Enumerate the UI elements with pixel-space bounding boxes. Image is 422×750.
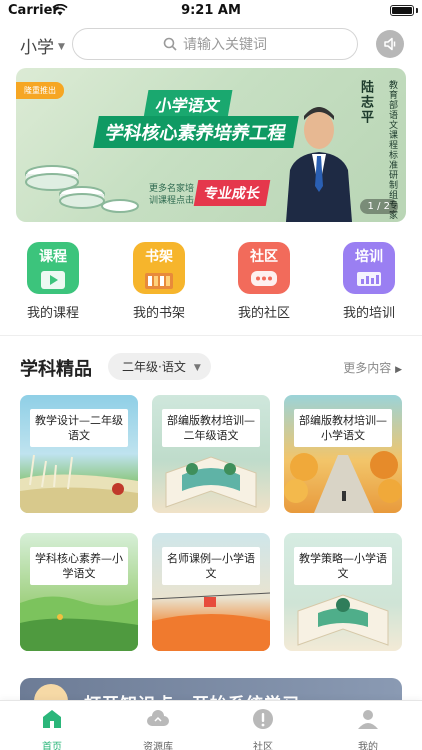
banner-title-line1: 小学语文: [143, 90, 233, 118]
caret-down-icon: ▼: [58, 41, 65, 52]
community-tile-icon: 社区: [238, 242, 290, 294]
tab-label: 首页: [42, 742, 62, 750]
stepping-stones-illustration: [25, 165, 139, 213]
course-card[interactable]: 教学策略—小学语文: [284, 533, 402, 651]
course-card[interactable]: 教学设计—二年级语文: [20, 395, 138, 513]
training-tile-icon: 培训: [343, 242, 395, 294]
tab-community[interactable]: 社区: [233, 707, 293, 750]
tab-label: 资源库: [143, 742, 173, 750]
level-label: 小学: [20, 38, 54, 58]
training-tile-text: 培训: [355, 249, 383, 265]
level-selector[interactable]: 小学 ▼: [20, 33, 65, 58]
person-icon: [358, 710, 378, 729]
cloud-icon: [147, 710, 169, 726]
tab-resources[interactable]: 资源库: [128, 707, 188, 750]
category-my-bookshelf[interactable]: 书架 我的书架: [119, 242, 199, 321]
search-icon: [163, 37, 177, 51]
course-title: 部编版教材培训—二年级语文: [162, 409, 260, 447]
bottom-tab-bar: 首页 资源库 社区 我的: [0, 700, 422, 750]
banner-pager: 1 / 2: [359, 199, 398, 214]
category-my-courses[interactable]: 课程 我的课程: [13, 242, 93, 321]
course-card[interactable]: 名师课例—小学语文: [152, 533, 270, 651]
category-label: 我的培训: [342, 306, 395, 321]
course-tile-icon: 课程: [27, 242, 79, 294]
banner-subtitle: 更多名家培训课程点击: [148, 184, 194, 206]
course-card[interactable]: 部编版教材培训—二年级语文: [152, 395, 270, 513]
battery-tip: [416, 8, 418, 13]
course-card[interactable]: 学科核心素养—小学语文: [20, 533, 138, 651]
board-icon: [357, 272, 381, 286]
community-icon: [253, 709, 273, 729]
battery-icon: [390, 5, 414, 16]
chat-icon: [251, 271, 277, 286]
course-title: 部编版教材培训—小学语文: [294, 409, 392, 447]
category-label: 我的书架: [132, 306, 185, 321]
course-card[interactable]: 部编版教材培训—小学语文: [284, 395, 402, 513]
tab-home[interactable]: 首页: [22, 707, 82, 750]
search-input[interactable]: 请输入关键词: [72, 28, 358, 60]
section-title: 学科精品: [20, 359, 92, 380]
promo-banner[interactable]: 隆重推出 小学语文 学科核心素养培养工程 更多名家培训课程点击 专业成长 陆志平…: [16, 68, 406, 222]
grade-subject-selector[interactable]: 二年级·语文 ▼: [108, 353, 211, 380]
caret-down-icon: ▼: [193, 362, 201, 373]
course-title: 教学策略—小学语文: [294, 547, 392, 585]
speaker-icon: [384, 37, 396, 51]
speaker-portrait: [286, 107, 352, 222]
more-content-link[interactable]: 更多内容 ▶: [343, 359, 402, 376]
category-shortcuts: 课程 我的课程 书架 我的书架 社区 我的社区 培训 我的培训: [0, 242, 422, 322]
course-title: 教学设计—二年级语文: [30, 409, 128, 447]
speaker-name: 陆志平: [358, 80, 373, 125]
course-title: 名师课例—小学语文: [162, 547, 260, 585]
chevron-right-icon: ▶: [395, 365, 402, 375]
banner-badge: 专业成长: [193, 180, 271, 206]
clock: 9:21 AM: [181, 3, 241, 18]
tab-mine[interactable]: 我的: [338, 707, 398, 750]
banner-title-line2: 学科核心素养培养工程: [93, 116, 299, 148]
banner-tag: 隆重推出: [16, 82, 64, 99]
play-icon: [41, 271, 65, 289]
top-bar: 小学 ▼ 请输入关键词: [0, 24, 422, 64]
grade-subject-label: 二年级·语文: [122, 360, 186, 374]
bookshelf-tile-text: 书架: [145, 249, 173, 265]
search-placeholder: 请输入关键词: [183, 37, 267, 53]
section-divider: [0, 335, 422, 336]
tab-label: 我的: [358, 742, 378, 750]
tab-label: 社区: [253, 742, 273, 750]
more-content-label: 更多内容: [343, 361, 392, 375]
course-title: 学科核心素养—小学语文: [30, 547, 128, 585]
category-label: 我的社区: [237, 306, 290, 321]
category-my-training[interactable]: 培训 我的培训: [329, 242, 409, 321]
status-bar: Carrier 9:21 AM: [0, 0, 422, 22]
community-tile-text: 社区: [250, 249, 278, 265]
category-label: 我的课程: [26, 306, 79, 321]
bookshelf-tile-icon: 书架: [133, 242, 185, 294]
category-my-community[interactable]: 社区 我的社区: [224, 242, 304, 321]
home-icon: [43, 710, 61, 728]
speaker-button[interactable]: [376, 30, 404, 58]
bookshelf-icon: [145, 273, 173, 289]
course-tile-text: 课程: [39, 249, 67, 265]
